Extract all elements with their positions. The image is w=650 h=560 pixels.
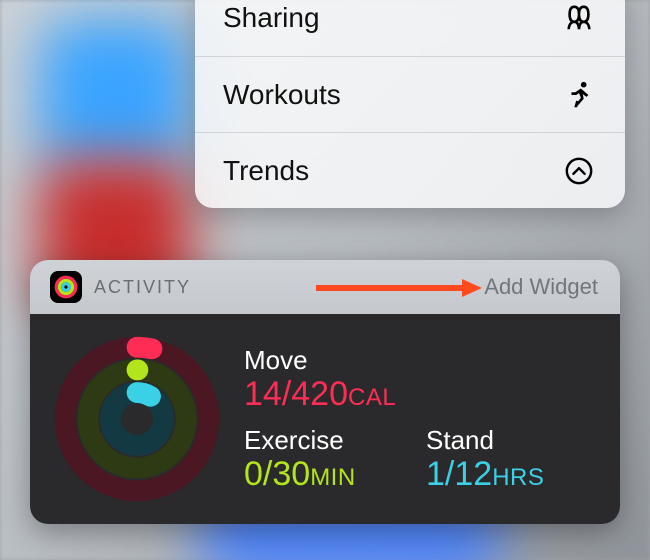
activity-rings bbox=[52, 332, 222, 506]
menu-item-label: Trends bbox=[223, 155, 309, 187]
running-icon bbox=[561, 77, 597, 113]
menu-item-sharing[interactable]: Sharing bbox=[195, 0, 625, 56]
activity-metrics: Move 14/420CAL Exercise 0/30MIN Stand 1/… bbox=[244, 332, 598, 506]
metric-value: 1/12HRS bbox=[426, 456, 598, 493]
metric-exercise: Exercise 0/30MIN bbox=[244, 425, 416, 493]
widget-title: ACTIVITY bbox=[94, 277, 191, 298]
activity-widget-card: ACTIVITY Add Widget Move 14/420 bbox=[30, 260, 620, 524]
metric-move: Move 14/420CAL bbox=[244, 345, 598, 413]
chevron-up-circle-icon bbox=[561, 153, 597, 189]
metric-label: Move bbox=[244, 345, 598, 376]
menu-item-workouts[interactable]: Workouts bbox=[195, 56, 625, 132]
activity-app-icon bbox=[50, 271, 82, 303]
add-widget-button[interactable]: Add Widget bbox=[484, 274, 598, 300]
menu-item-trends[interactable]: Trends bbox=[195, 132, 625, 208]
metric-stand: Stand 1/12HRS bbox=[426, 425, 598, 493]
metric-label: Exercise bbox=[244, 425, 416, 456]
metric-label: Stand bbox=[426, 425, 598, 456]
widget-body: Move 14/420CAL Exercise 0/30MIN Stand 1/… bbox=[30, 314, 620, 524]
menu-item-label: Workouts bbox=[223, 79, 341, 111]
quick-actions-menu: Sharing Workouts Trends bbox=[195, 0, 625, 208]
metric-value: 14/420CAL bbox=[244, 376, 598, 413]
widget-header: ACTIVITY Add Widget bbox=[30, 260, 620, 314]
menu-item-label: Sharing bbox=[223, 2, 320, 34]
sharing-icon bbox=[561, 0, 597, 36]
metric-value: 0/30MIN bbox=[244, 456, 416, 493]
